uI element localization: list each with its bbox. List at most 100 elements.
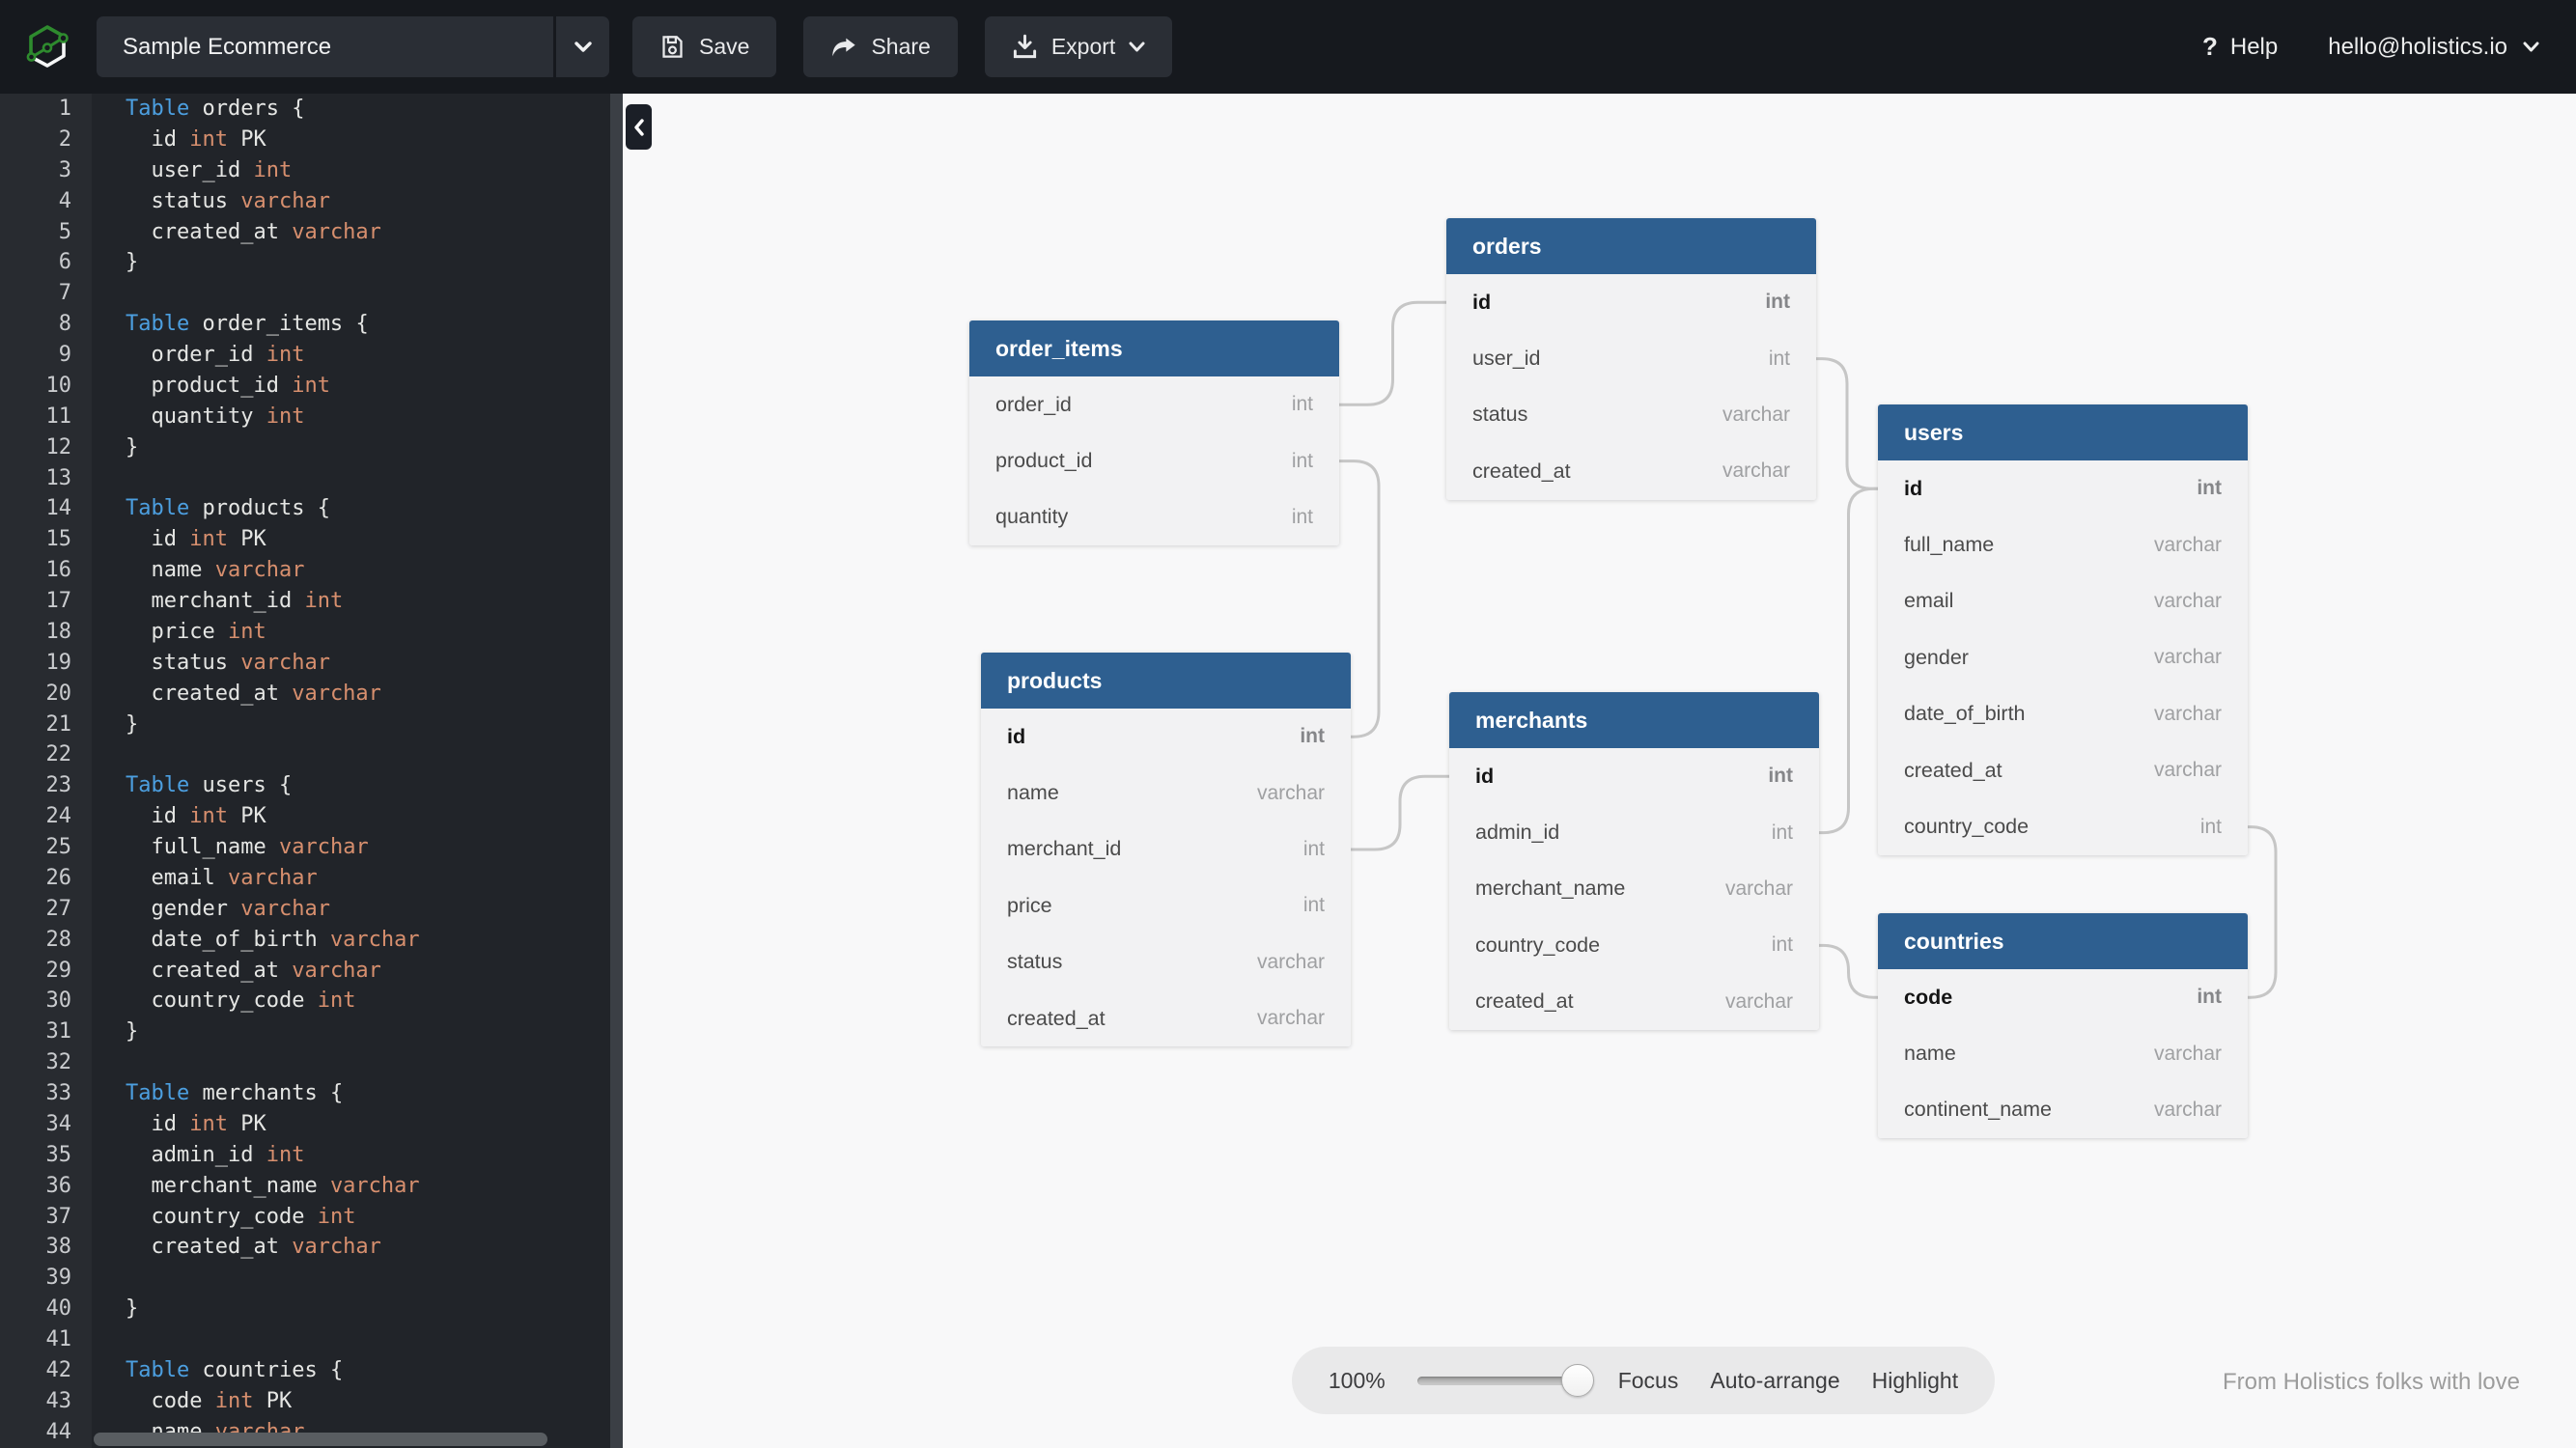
table-orders[interactable]: orders id int user_id int status varchar create… bbox=[1446, 218, 1816, 500]
field-row-orders-id[interactable]: id int bbox=[1446, 274, 1816, 330]
field-row-products-price[interactable]: price int bbox=[981, 877, 1351, 933]
field-row-orders-status[interactable]: status varchar bbox=[1446, 387, 1816, 443]
code-line[interactable]: admin_id int bbox=[92, 1140, 610, 1171]
zoom-slider-thumb[interactable] bbox=[1560, 1364, 1594, 1397]
code-line[interactable]: created_at varchar bbox=[92, 956, 610, 987]
table-header-orders[interactable]: orders bbox=[1446, 218, 1816, 274]
vertical-scrollbar[interactable] bbox=[610, 94, 623, 1448]
save-button[interactable]: Save bbox=[632, 16, 777, 77]
horizontal-scrollbar[interactable] bbox=[94, 1433, 547, 1446]
field-row-users-created_at[interactable]: created_at varchar bbox=[1878, 742, 2248, 798]
code-line[interactable]: order_id int bbox=[92, 340, 610, 371]
code-line[interactable]: Table users { bbox=[92, 770, 610, 801]
field-row-merchants-country_code[interactable]: country_code int bbox=[1449, 917, 1819, 973]
field-row-products-name[interactable]: name varchar bbox=[981, 765, 1351, 821]
field-row-order_items-order_id[interactable]: order_id int bbox=[969, 376, 1339, 432]
field-row-countries-code[interactable]: code int bbox=[1878, 969, 2248, 1025]
code-line[interactable]: user_id int bbox=[92, 155, 610, 186]
code-line[interactable]: } bbox=[92, 1294, 610, 1324]
code-line[interactable] bbox=[92, 278, 610, 309]
code-line[interactable]: status varchar bbox=[92, 186, 610, 217]
code-line[interactable] bbox=[92, 1324, 610, 1355]
code-line[interactable] bbox=[92, 1047, 610, 1078]
help-button[interactable]: ? Help bbox=[2202, 32, 2278, 62]
share-button[interactable]: Share bbox=[803, 16, 958, 77]
code-area[interactable]: Table orders { id int PK user_id int sta… bbox=[92, 94, 610, 1448]
table-header-countries[interactable]: countries bbox=[1878, 913, 2248, 969]
field-row-users-date_of_birth[interactable]: date_of_birth varchar bbox=[1878, 686, 2248, 742]
code-line[interactable]: date_of_birth varchar bbox=[92, 925, 610, 956]
field-row-products-created_at[interactable]: created_at varchar bbox=[981, 990, 1351, 1046]
user-account-menu[interactable]: hello@holistics.io bbox=[2328, 34, 2539, 61]
table-users[interactable]: users id int full_name varchar email varchar ge… bbox=[1878, 404, 2248, 855]
code-line[interactable]: created_at varchar bbox=[92, 1232, 610, 1263]
field-row-merchants-merchant_name[interactable]: merchant_name varchar bbox=[1449, 861, 1819, 917]
table-countries[interactable]: countries code int name varchar continent_nam… bbox=[1878, 913, 2248, 1139]
collapse-editor-button[interactable] bbox=[626, 104, 652, 150]
code-line[interactable]: Table countries { bbox=[92, 1355, 610, 1386]
table-header-users[interactable]: users bbox=[1878, 404, 2248, 460]
code-line[interactable]: country_code int bbox=[92, 986, 610, 1016]
field-row-merchants-id[interactable]: id int bbox=[1449, 748, 1819, 804]
field-row-order_items-product_id[interactable]: product_id int bbox=[969, 432, 1339, 488]
table-header-order_items[interactable]: order_items bbox=[969, 320, 1339, 376]
code-line[interactable]: Table orders { bbox=[92, 94, 610, 125]
table-order_items[interactable]: order_items order_id int product_id int quant… bbox=[969, 320, 1339, 546]
field-row-orders-created_at[interactable]: created_at varchar bbox=[1446, 443, 1816, 499]
table-header-merchants[interactable]: merchants bbox=[1449, 692, 1819, 748]
code-line[interactable]: quantity int bbox=[92, 402, 610, 432]
code-line[interactable]: name varchar bbox=[92, 555, 610, 586]
code-line[interactable]: } bbox=[92, 247, 610, 278]
code-line[interactable]: Table merchants { bbox=[92, 1078, 610, 1109]
auto-arrange-button[interactable]: Auto-arrange bbox=[1710, 1368, 1839, 1394]
code-line[interactable]: full_name varchar bbox=[92, 832, 610, 863]
table-header-products[interactable]: products bbox=[981, 653, 1351, 709]
field-row-users-country_code[interactable]: country_code int bbox=[1878, 798, 2248, 854]
field-row-products-status[interactable]: status varchar bbox=[981, 934, 1351, 990]
field-row-merchants-admin_id[interactable]: admin_id int bbox=[1449, 804, 1819, 860]
field-row-users-gender[interactable]: gender varchar bbox=[1878, 629, 2248, 685]
code-line[interactable]: created_at varchar bbox=[92, 679, 610, 710]
code-line[interactable]: country_code int bbox=[92, 1202, 610, 1233]
code-line[interactable]: merchant_id int bbox=[92, 586, 610, 617]
code-line[interactable]: id int PK bbox=[92, 524, 610, 555]
dbml-code-editor[interactable]: 1 2 3 4 5 6 7 8 9 10 11 12 13 14 15 16 17 18 19 20 21 22 23 24 2… bbox=[0, 94, 623, 1448]
table-products[interactable]: products id int name varchar merchant_id int pr… bbox=[981, 653, 1351, 1047]
focus-button[interactable]: Focus bbox=[1618, 1368, 1679, 1394]
code-line[interactable]: product_id int bbox=[92, 371, 610, 402]
code-line[interactable]: merchant_name varchar bbox=[92, 1171, 610, 1202]
code-line[interactable]: } bbox=[92, 432, 610, 463]
code-line[interactable]: gender varchar bbox=[92, 894, 610, 925]
code-line[interactable] bbox=[92, 463, 610, 494]
code-line[interactable]: Table order_items { bbox=[92, 309, 610, 340]
code-line[interactable] bbox=[92, 739, 610, 770]
field-row-users-id[interactable]: id int bbox=[1878, 460, 2248, 516]
field-row-countries-name[interactable]: name varchar bbox=[1878, 1025, 2248, 1081]
zoom-slider[interactable] bbox=[1416, 1364, 1594, 1397]
code-line[interactable]: id int PK bbox=[92, 801, 610, 832]
code-line[interactable] bbox=[92, 1263, 610, 1294]
code-line[interactable]: code int PK bbox=[92, 1386, 610, 1417]
field-row-products-id[interactable]: id int bbox=[981, 709, 1351, 765]
diagram-title-dropdown-button[interactable] bbox=[556, 16, 609, 77]
code-line[interactable]: id int PK bbox=[92, 125, 610, 155]
field-row-products-merchant_id[interactable]: merchant_id int bbox=[981, 821, 1351, 877]
highlight-button[interactable]: Highlight bbox=[1872, 1368, 1959, 1394]
export-button[interactable]: Export bbox=[984, 16, 1173, 77]
code-line[interactable]: id int PK bbox=[92, 1109, 610, 1140]
table-merchants[interactable]: merchants id int admin_id int merchant_name va… bbox=[1449, 692, 1819, 1030]
diagram-title-input[interactable]: Sample Ecommerce bbox=[97, 16, 553, 77]
code-line[interactable]: Table products { bbox=[92, 493, 610, 524]
code-line[interactable]: email varchar bbox=[92, 863, 610, 894]
code-line[interactable]: } bbox=[92, 710, 610, 740]
field-row-orders-user_id[interactable]: user_id int bbox=[1446, 330, 1816, 386]
field-row-users-email[interactable]: email varchar bbox=[1878, 573, 2248, 629]
field-row-countries-continent_name[interactable]: continent_name varchar bbox=[1878, 1082, 2248, 1138]
field-row-order_items-quantity[interactable]: quantity int bbox=[969, 489, 1339, 545]
field-row-merchants-created_at[interactable]: created_at varchar bbox=[1449, 974, 1819, 1030]
code-line[interactable]: created_at varchar bbox=[92, 217, 610, 248]
field-row-users-full_name[interactable]: full_name varchar bbox=[1878, 516, 2248, 572]
code-line[interactable]: } bbox=[92, 1016, 610, 1047]
code-line[interactable]: status varchar bbox=[92, 648, 610, 679]
code-line[interactable]: price int bbox=[92, 617, 610, 648]
